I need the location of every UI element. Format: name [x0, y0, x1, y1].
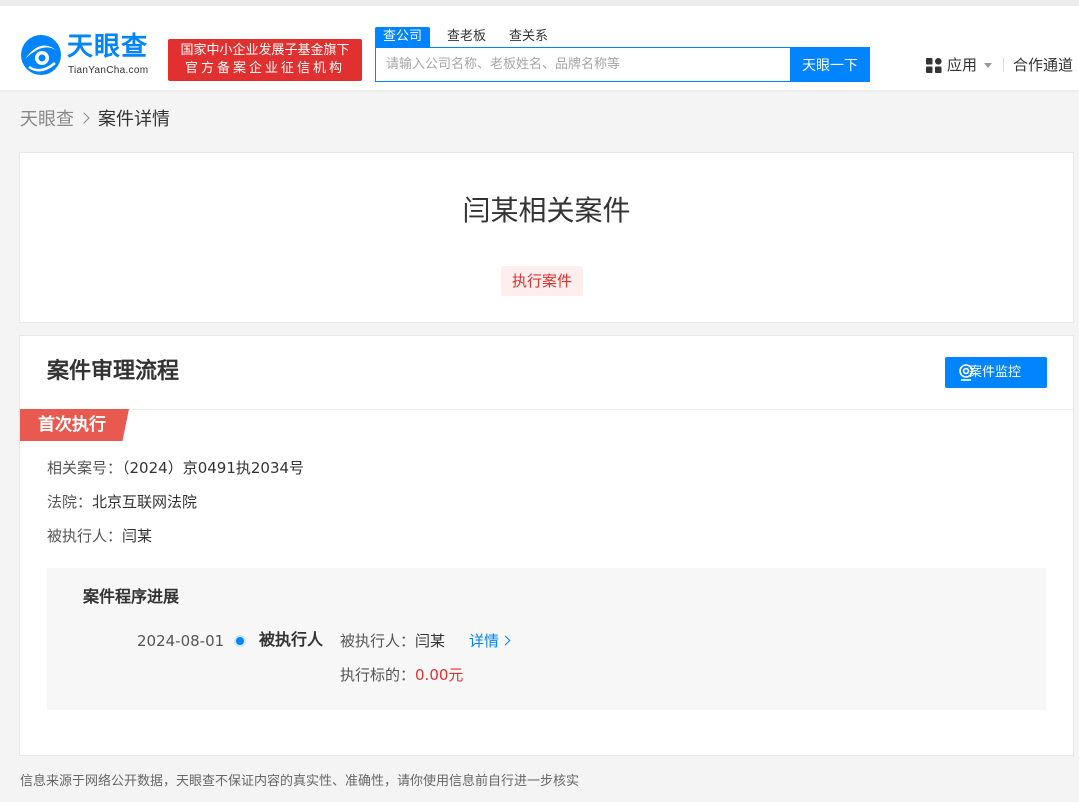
page-title: 闫某相关案件 [20, 191, 1073, 231]
disclaimer-note: 信息来源于网络公开数据，天眼查不保证内容的真实性、准确性，请你使用信息前自行进一… [20, 773, 579, 791]
executed-person-value: 闫某 [122, 527, 152, 545]
apps-grid-icon [926, 58, 942, 73]
chevron-down-icon [984, 63, 992, 68]
tab-search-boss[interactable]: 查老板 [447, 27, 486, 47]
executed-person-row: 被执行人：闫某 [47, 526, 152, 546]
progress-panel: 案件程序进展 2024-08-01 被执行人 被执行人：闫某 详情 执行标的：0… [47, 568, 1046, 710]
case-process-card: 案件审理流程 案件监控 首次执行 相关案号：（2024）京0491执2034号 … [19, 335, 1074, 756]
case-title-card: 闫某相关案件 执行案件 [19, 152, 1074, 323]
breadcrumb-current: 案件详情 [98, 109, 170, 130]
cooperation-channel-link[interactable]: 合作通道 [1013, 55, 1073, 75]
search-input[interactable] [376, 48, 790, 81]
case-monitor-button[interactable]: 案件监控 [945, 357, 1047, 388]
executed-person-label: 被执行人： [47, 527, 122, 545]
court-label: 法院： [47, 493, 92, 511]
section-divider [20, 409, 1073, 410]
progress-detail-label: 详情 [469, 632, 499, 650]
apps-label: 应用 [947, 55, 977, 75]
chevron-right-icon [78, 112, 89, 123]
progress-event: 被执行人 [259, 629, 323, 651]
progress-date: 2024-08-01 [137, 630, 224, 652]
tab-search-company[interactable]: 查公司 [375, 27, 430, 47]
gov-badge-line1: 国家中小企业发展子基金旗下 [168, 42, 362, 60]
chevron-right-icon [501, 636, 511, 646]
court-row: 法院：北京互联网法院 [47, 492, 197, 512]
search-box [375, 47, 791, 82]
government-badge: 国家中小企业发展子基金旗下 官方备案企业征信机构 [168, 39, 362, 81]
gov-badge-line2: 官方备案企业征信机构 [168, 60, 362, 78]
nav-divider [1003, 58, 1004, 72]
top-header: 天眼查 TianYanCha.com 国家中小企业发展子基金旗下 官方备案企业征… [0, 0, 1079, 90]
case-number-value: （2024）京0491执2034号 [122, 459, 304, 477]
progress-amount-value: 0.00元 [415, 666, 463, 684]
timeline-dot-icon [236, 637, 244, 645]
apps-menu[interactable]: 应用 [926, 55, 996, 75]
progress-party-value: 闫某 [415, 632, 445, 650]
tab-search-relation[interactable]: 查关系 [509, 27, 548, 47]
stage-flag: 首次执行 [20, 409, 129, 441]
progress-amount-label: 执行标的： [340, 666, 415, 684]
breadcrumb: 天眼查 案件详情 [20, 108, 170, 132]
logo-text-cn: 天眼查 [67, 32, 148, 62]
progress-party-label: 被执行人： [340, 632, 415, 650]
case-number-row: 相关案号：（2024）京0491执2034号 [47, 458, 304, 478]
progress-detail-link[interactable]: 详情 [469, 630, 509, 652]
progress-title: 案件程序进展 [83, 586, 179, 608]
logo-text-en: TianYanCha.com [68, 65, 148, 76]
camera-monitor-icon [958, 364, 974, 381]
tianyancha-logo[interactable]: 天眼查 TianYanCha.com [19, 31, 159, 79]
progress-amount: 执行标的：0.00元 [340, 664, 463, 686]
breadcrumb-home-link[interactable]: 天眼查 [20, 109, 74, 130]
tianyancha-eye-logo-icon [19, 33, 63, 77]
case-number-label: 相关案号： [47, 459, 122, 477]
court-value: 北京互联网法院 [92, 493, 197, 511]
search-button[interactable]: 天眼一下 [790, 47, 870, 82]
progress-party: 被执行人：闫某 [340, 630, 445, 652]
case-type-badge: 执行案件 [501, 266, 583, 296]
section-title: 案件审理流程 [47, 356, 179, 388]
case-monitor-label: 案件监控 [969, 365, 1021, 380]
